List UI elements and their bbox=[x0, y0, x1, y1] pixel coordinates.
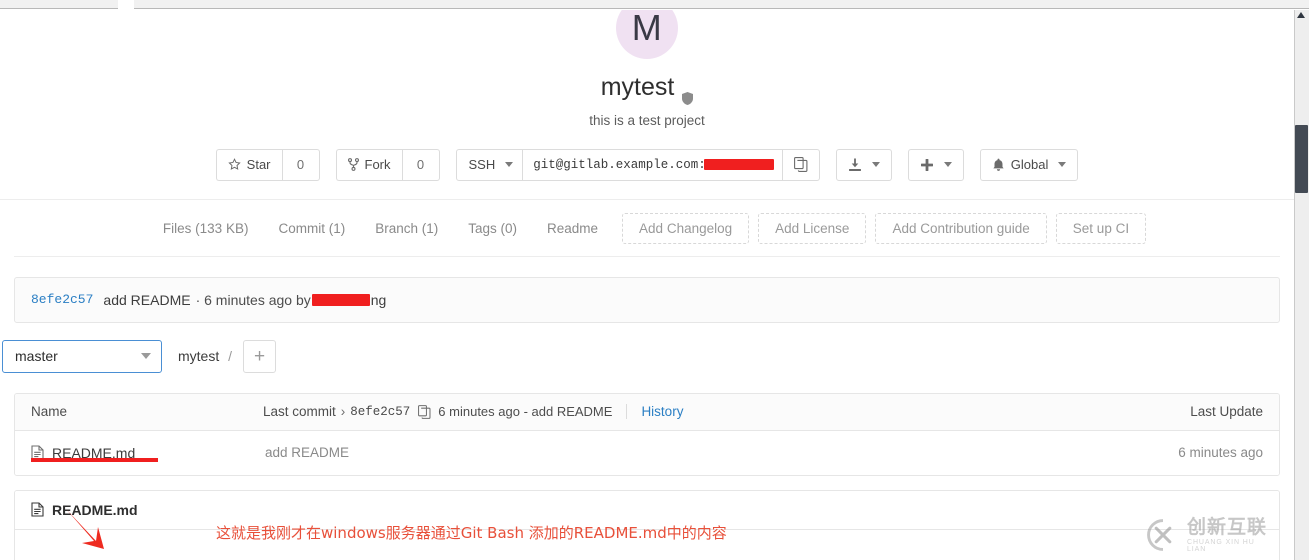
fork-icon bbox=[347, 158, 359, 171]
chevron-down-icon bbox=[1058, 162, 1067, 167]
fork-count[interactable]: 0 bbox=[401, 148, 440, 181]
fork-label: Fork bbox=[364, 157, 391, 172]
table-row[interactable]: README.md add README 6 minutes ago bbox=[15, 430, 1279, 475]
copy-url-button[interactable] bbox=[781, 148, 820, 181]
browser-tab-gap bbox=[118, 0, 134, 9]
project-action-bar: Star 0 Fork 0 SSH git@gitlab.example.com… bbox=[0, 148, 1294, 181]
add-contribution-guide-button[interactable]: Add Contribution guide bbox=[875, 212, 1047, 244]
star-button[interactable]: Star bbox=[215, 148, 282, 181]
breadcrumb-separator: / bbox=[228, 348, 233, 364]
bell-icon bbox=[992, 158, 1005, 172]
branch-selector-row: master mytest / + bbox=[0, 339, 1280, 373]
last-commit-banner: 8efe2c57 add README · 6 minutes ago by n… bbox=[14, 276, 1280, 323]
branch-select[interactable]: master bbox=[2, 339, 162, 373]
commit-meta: · 6 minutes ago by bbox=[195, 291, 311, 308]
fork-button-group: Fork 0 bbox=[335, 148, 440, 181]
chevron-right-icon: › bbox=[340, 404, 346, 419]
star-button-group: Star 0 bbox=[215, 148, 320, 181]
last-commit-label: Last commit bbox=[263, 404, 336, 419]
notification-dropdown[interactable]: Global bbox=[979, 148, 1079, 181]
readme-panel-content: this is a test file readme for first pro… bbox=[15, 530, 1279, 560]
page-title: mytest bbox=[0, 73, 1294, 106]
stat-link-readme[interactable]: Readme bbox=[532, 215, 613, 242]
redaction-bar-url bbox=[703, 159, 774, 170]
browser-chrome-strip bbox=[0, 0, 1309, 9]
plus-icon bbox=[920, 158, 934, 172]
stat-link-files[interactable]: Files (133 KB) bbox=[148, 215, 264, 242]
commit-copy-icon[interactable] bbox=[418, 404, 431, 419]
clone-url-group: SSH git@gitlab.example.com: bbox=[455, 148, 820, 181]
header-divider bbox=[626, 404, 628, 419]
readme-panel-header: README.md bbox=[15, 490, 1279, 530]
chevron-down-icon bbox=[871, 162, 880, 167]
stat-link-branch[interactable]: Branch (1) bbox=[360, 215, 453, 242]
clone-protocol-label: SSH bbox=[468, 157, 496, 172]
scrollbar-thumb[interactable] bbox=[1295, 125, 1308, 193]
redaction-bar-author bbox=[311, 293, 370, 306]
row-last-update: 6 minutes ago bbox=[1178, 445, 1263, 460]
chevron-down-icon bbox=[505, 162, 514, 167]
project-stats-bar: Files (133 KB) Commit (1) Branch (1) Tag… bbox=[14, 200, 1280, 257]
branch-select-value: master bbox=[15, 348, 58, 364]
download-icon bbox=[848, 158, 862, 172]
download-button[interactable] bbox=[835, 148, 892, 181]
vertical-scrollbar[interactable] bbox=[1294, 10, 1309, 560]
commit-message: add README bbox=[103, 291, 191, 308]
column-header-last-update: Last Update bbox=[1190, 404, 1263, 419]
copy-icon bbox=[793, 157, 808, 172]
breadcrumb-root[interactable]: mytest bbox=[178, 348, 219, 364]
readme-preview-panel: README.md this is a test file readme for… bbox=[14, 489, 1280, 560]
set-up-ci-button[interactable]: Set up CI bbox=[1055, 212, 1147, 244]
add-license-button[interactable]: Add License bbox=[758, 212, 867, 244]
last-commit-sha-link[interactable]: 8efe2c57 bbox=[350, 405, 410, 419]
project-name: mytest bbox=[600, 73, 675, 101]
star-icon bbox=[227, 158, 241, 171]
history-link[interactable]: History bbox=[641, 404, 683, 419]
column-header-name: Name bbox=[31, 404, 68, 419]
star-label: Star bbox=[246, 157, 271, 172]
file-name-cell: README.md bbox=[31, 445, 263, 462]
column-header-last-commit: Last commit › 8efe2c57 6 minutes ago - a… bbox=[263, 404, 1091, 419]
commit-author-suffix: ng bbox=[370, 291, 387, 308]
project-avatar: M bbox=[616, 10, 678, 59]
file-icon bbox=[31, 502, 44, 517]
add-file-button[interactable]: + bbox=[243, 339, 277, 373]
page-viewport: M mytest this is a test project Star 0 F… bbox=[0, 10, 1294, 560]
clone-url-text: git@gitlab.example.com: bbox=[533, 157, 706, 172]
stat-link-commit[interactable]: Commit (1) bbox=[263, 215, 360, 242]
stat-link-tags[interactable]: Tags (0) bbox=[453, 215, 532, 242]
clone-protocol-dropdown[interactable]: SSH bbox=[455, 148, 524, 181]
scroll-up-arrow-icon[interactable] bbox=[1297, 12, 1305, 18]
notification-label: Global bbox=[1010, 157, 1049, 172]
project-description: this is a test project bbox=[589, 112, 705, 128]
shield-icon bbox=[682, 84, 694, 106]
last-commit-text: 6 minutes ago - add README bbox=[438, 404, 613, 419]
project-header: M mytest this is a test project bbox=[0, 10, 1294, 128]
star-count[interactable]: 0 bbox=[281, 148, 320, 181]
scrollbar-track[interactable] bbox=[1295, 10, 1309, 560]
breadcrumb: mytest / bbox=[178, 348, 237, 364]
chevron-down-icon bbox=[141, 353, 151, 359]
file-browser-table: Name Last commit › 8efe2c57 6 minutes ag… bbox=[14, 392, 1280, 476]
chevron-down-icon bbox=[943, 162, 952, 167]
annotation-underline bbox=[31, 457, 158, 462]
file-table-header: Name Last commit › 8efe2c57 6 minutes ag… bbox=[15, 393, 1279, 431]
row-commit-message: add README bbox=[265, 445, 350, 460]
add-new-button[interactable] bbox=[907, 148, 964, 181]
fork-button[interactable]: Fork bbox=[335, 148, 402, 181]
add-changelog-button[interactable]: Add Changelog bbox=[622, 212, 750, 244]
commit-sha-link[interactable]: 8efe2c57 bbox=[31, 292, 93, 307]
clone-url-input[interactable]: git@gitlab.example.com: bbox=[523, 148, 782, 181]
readme-panel-title: README.md bbox=[52, 501, 138, 518]
